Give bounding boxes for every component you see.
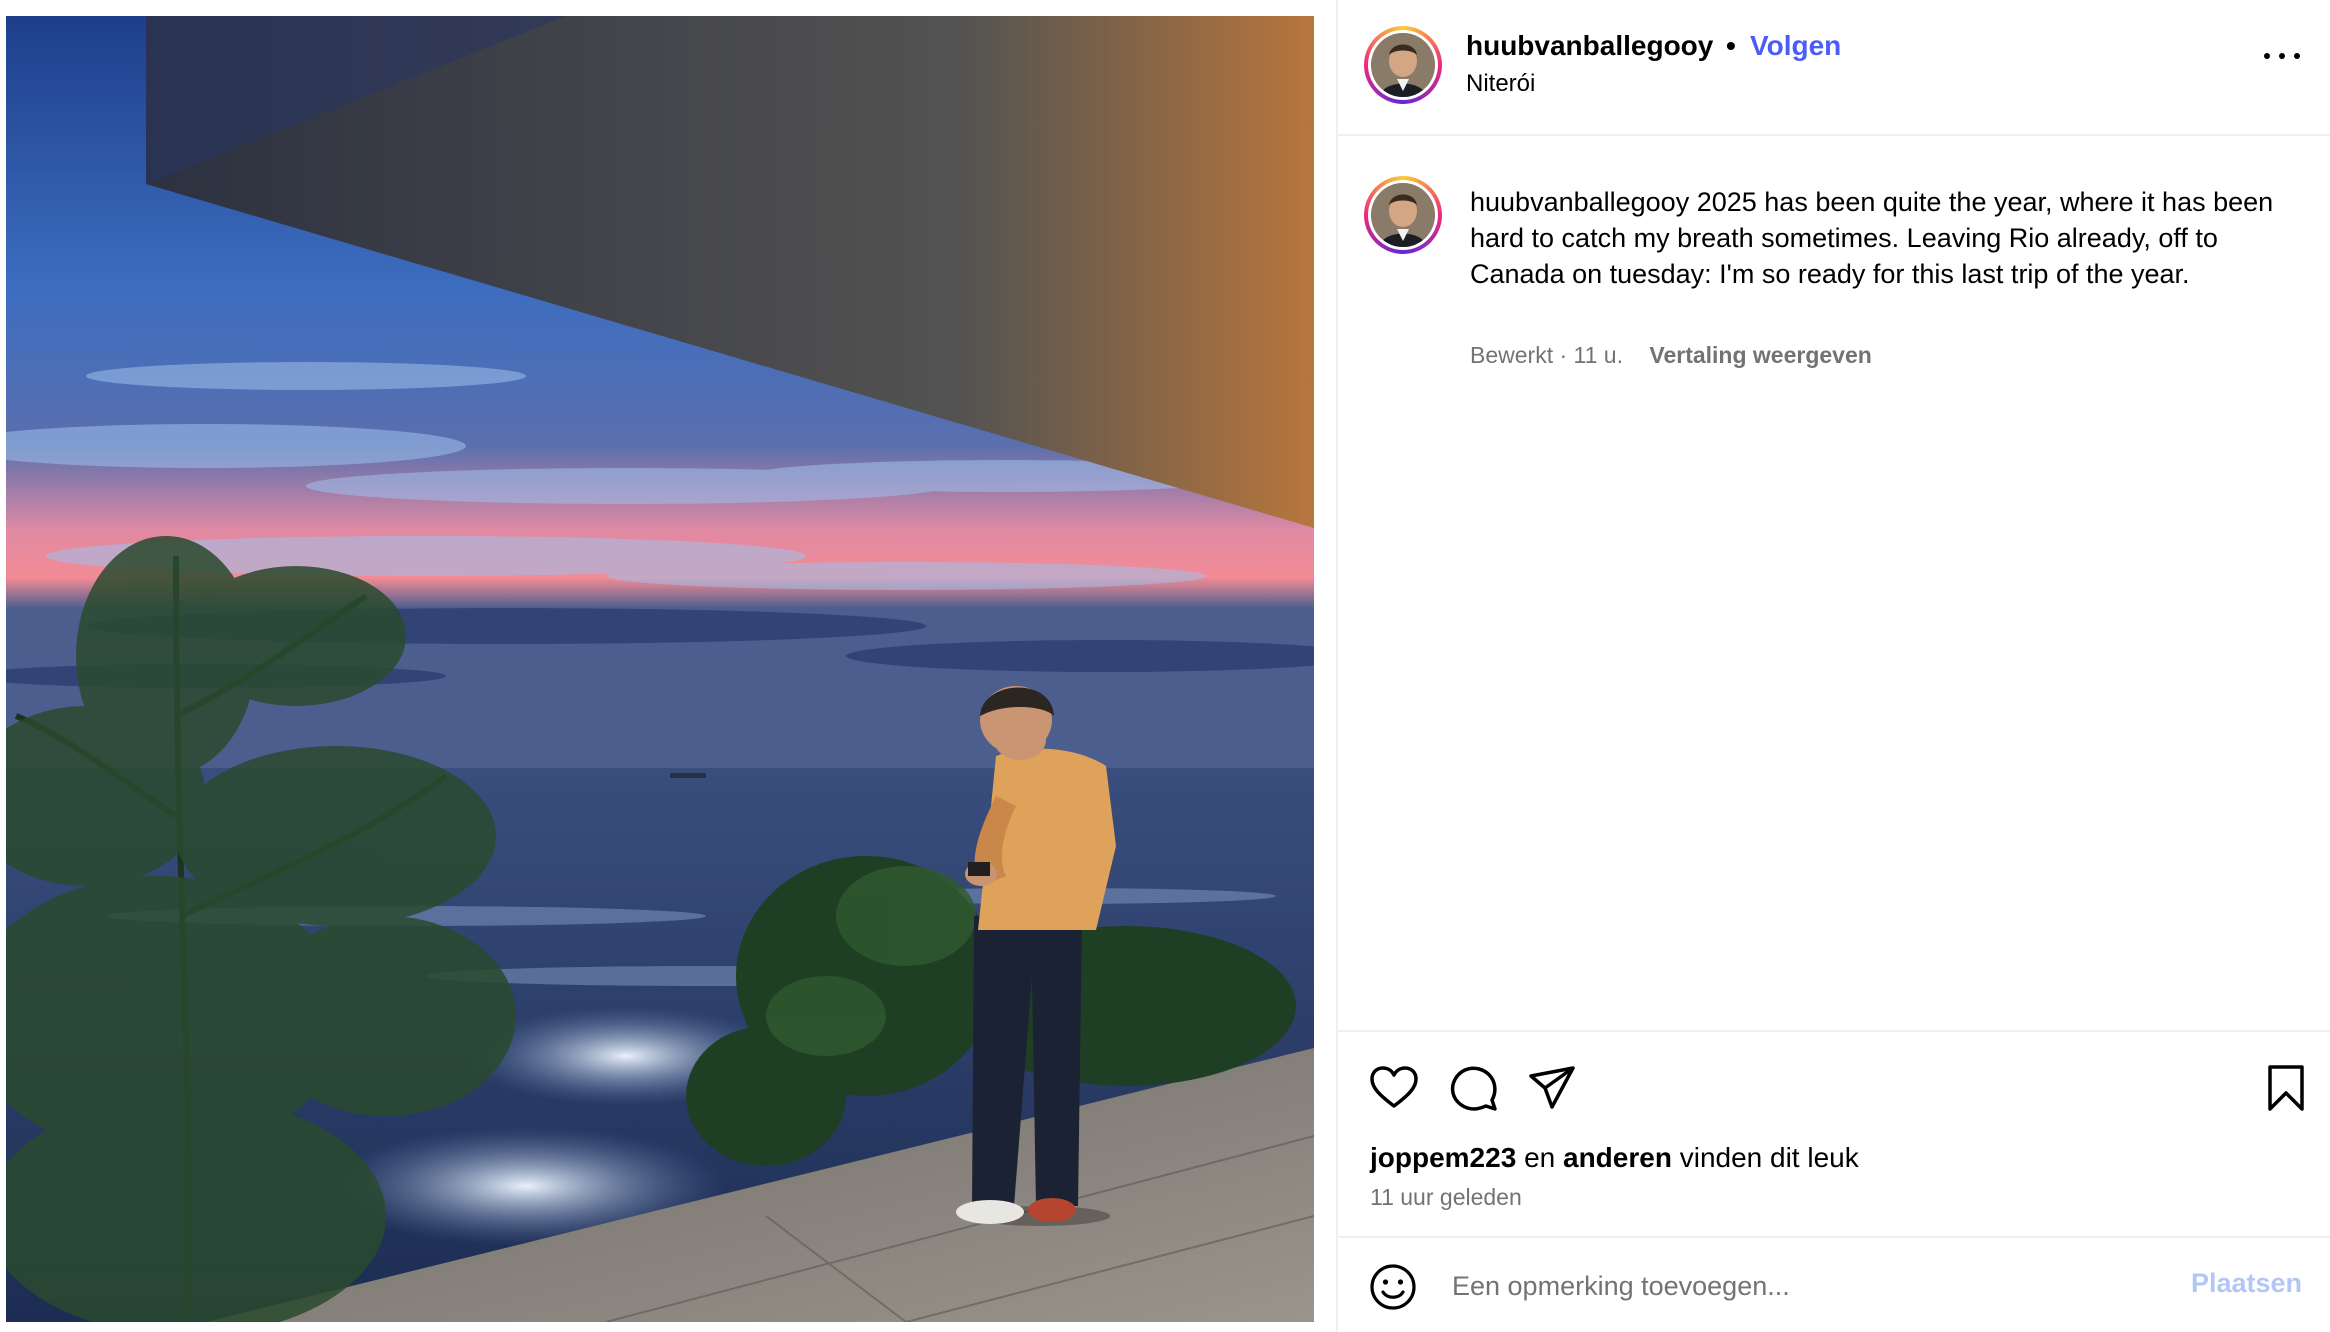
more-options-icon[interactable] xyxy=(2264,50,2300,62)
comment-input[interactable] xyxy=(1450,1262,2094,1310)
post-time[interactable]: 11 uur geleden xyxy=(1370,1184,1522,1211)
likes-summary: joppem223 en anderen vinden dit leuk xyxy=(1370,1142,1859,1174)
show-translation-link[interactable]: Vertaling weergeven xyxy=(1649,342,1871,368)
likes-suffix: vinden dit leuk xyxy=(1679,1142,1859,1173)
caption-meta: Bewerkt · 11 u. Vertaling weergeven xyxy=(1470,342,1872,369)
emoji-smile-icon[interactable] xyxy=(1368,1262,1418,1312)
comment-bar: Plaatsen xyxy=(1338,1236,2330,1332)
paper-plane-icon[interactable] xyxy=(1526,1062,1578,1114)
post-photo-image xyxy=(6,16,1314,1322)
likes-and: en xyxy=(1524,1142,1556,1173)
separator-dot: • xyxy=(1726,30,1736,61)
author-username[interactable]: huubvanballegooy xyxy=(1466,30,1713,62)
follow-button[interactable]: Volgen xyxy=(1750,30,1841,62)
heart-icon[interactable] xyxy=(1368,1062,1420,1114)
post-location[interactable]: Niterói xyxy=(1466,70,1535,98)
post-actions: joppem223 en anderen vinden dit leuk 11 … xyxy=(1338,1030,2330,1238)
author-avatar[interactable] xyxy=(1364,26,1442,104)
liker-username[interactable]: joppem223 xyxy=(1370,1142,1516,1173)
comment-bubble-icon[interactable] xyxy=(1448,1062,1500,1114)
caption-author-avatar[interactable] xyxy=(1364,176,1442,254)
post-photo[interactable] xyxy=(6,16,1314,1322)
post-details-panel: huubvanballegooy • Volgen Niterói huubva… xyxy=(1336,0,2330,1332)
bookmark-icon[interactable] xyxy=(2260,1062,2312,1114)
caption-text: huubvanballegooy 2025 has been quite the… xyxy=(1470,184,2300,292)
others-link[interactable]: anderen xyxy=(1563,1142,1672,1173)
post-header: huubvanballegooy • Volgen Niterói xyxy=(1338,0,2330,136)
post-comment-button[interactable]: Plaatsen xyxy=(2191,1268,2302,1299)
edited-timestamp: Bewerkt · 11 u. xyxy=(1470,342,1623,368)
caption-username[interactable]: huubvanballegooy xyxy=(1470,187,1689,217)
